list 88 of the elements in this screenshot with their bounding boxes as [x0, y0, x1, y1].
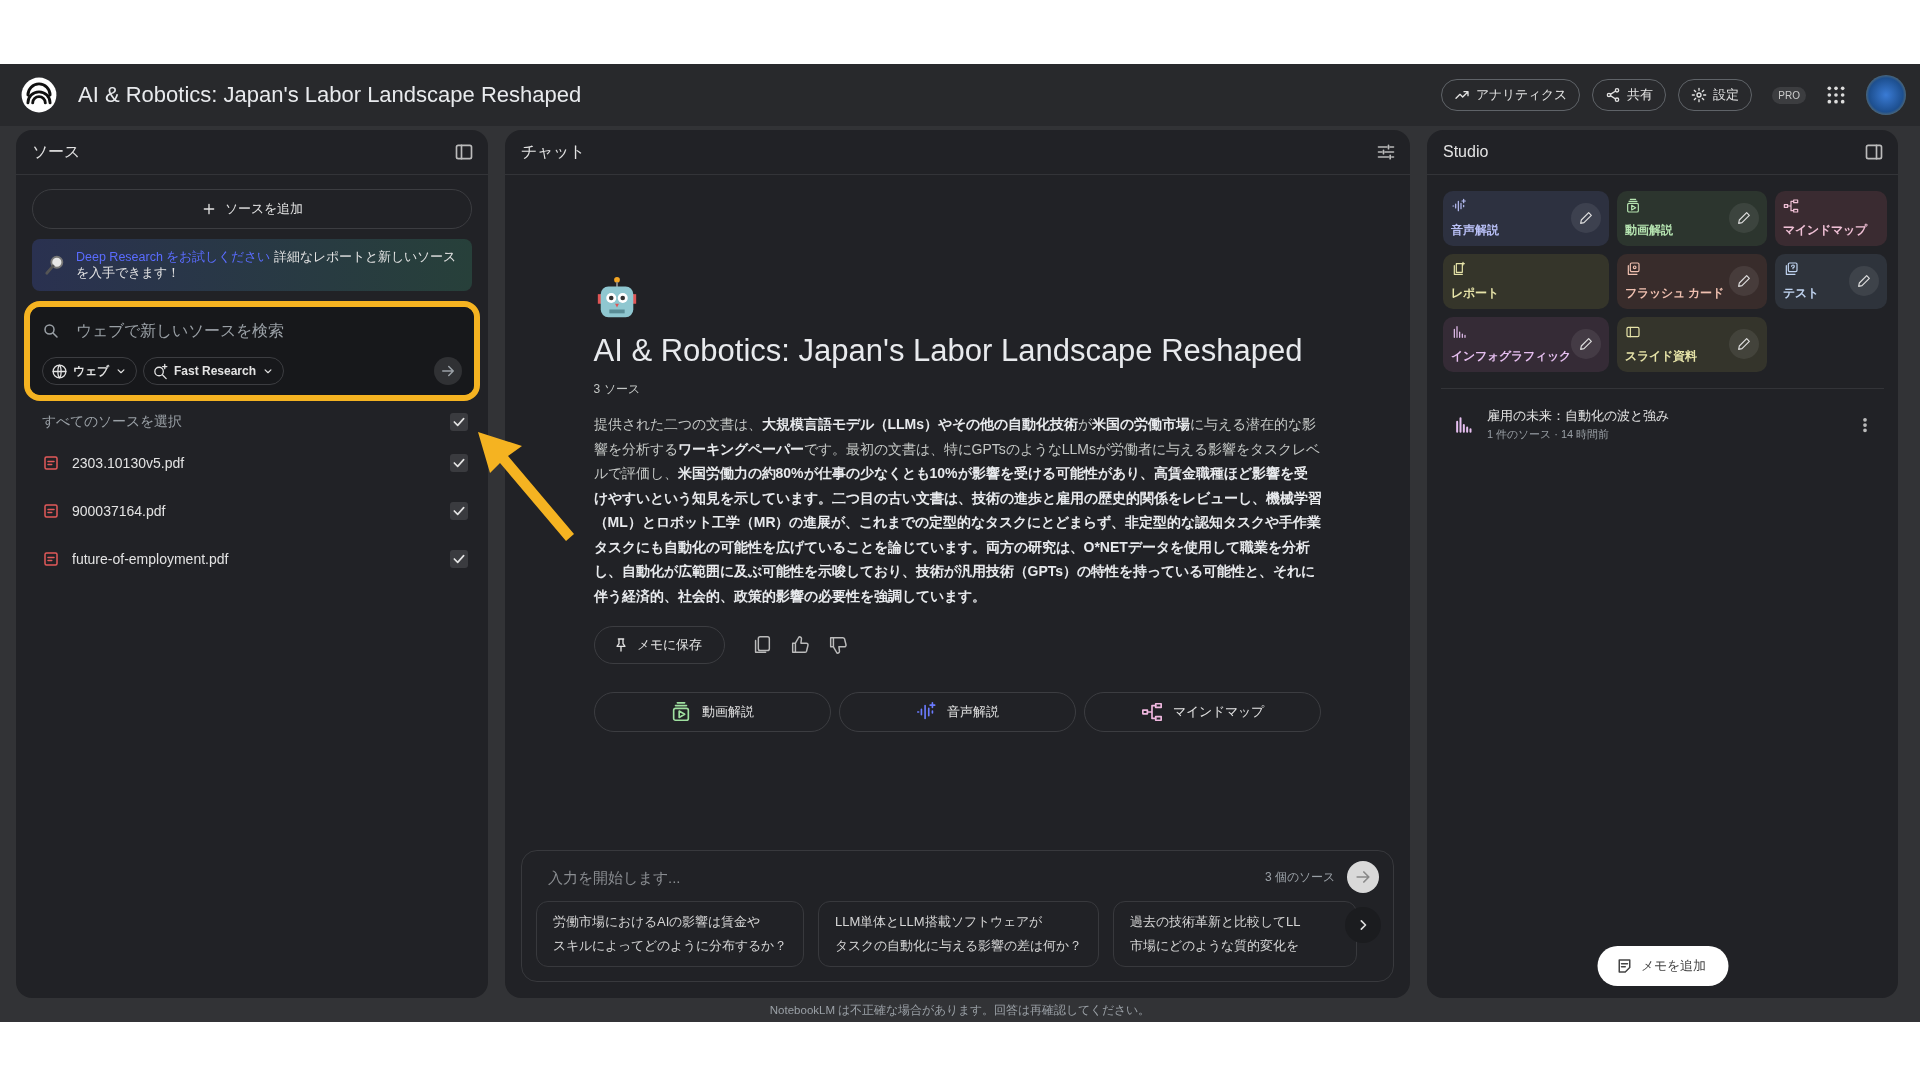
question-text: 過去の技術革新と比較してLL [1130, 913, 1301, 931]
search-icon [42, 322, 60, 340]
settings-icon [1691, 87, 1708, 103]
pencil-icon [1578, 210, 1594, 226]
collapse-panel-icon[interactable] [1864, 142, 1884, 162]
video-icon [1625, 198, 1641, 214]
send-button[interactable] [1347, 861, 1379, 893]
pencil-icon [1736, 210, 1752, 226]
search-field[interactable]: ウェブで新しいソースを検索 [74, 321, 398, 341]
apps-grid-icon[interactable] [1826, 85, 1846, 105]
tile-label: インフォグラフィック [1451, 348, 1572, 365]
checkbox[interactable] [450, 550, 468, 568]
note-title[interactable]: 雇用の未来：自動化の波と強み [1487, 407, 1842, 425]
flashcards-tile[interactable]: フラッシュ カード [1617, 254, 1767, 309]
tile-label: スライド資料 [1625, 348, 1698, 365]
bar-chart-icon [1453, 414, 1473, 435]
avatar[interactable] [1866, 75, 1906, 115]
sparkle-search-icon [152, 362, 169, 380]
summary-paragraph: 提供された二つの文書は、大規模言語モデル（LLMs）やその他の自動化技術が米国の労働市場に与える潜在的な影響を分析するワーキングペーパーです。最初の文書は、特にGPTsのようなLLMsが労働者に与える影響をタスクレベルで評価し、米国労働力の約80%が仕事の少なくとも10%が影響を受ける可能性があり、高賃金職種ほど影響を受けやすいという知見を示しています。二つ目の古い文書は、技術の進歩と雇用の歴史的関係をレビューし、機械学習（ML）とロボット工学（MR）の進展が、これまでの定型的なタスクにとどまらず、非定型的な認知タスクや手作業タスクにも自動化の可能性を広げていることを論じています。両方の研究は、O*NETデータを使用して職業を分析し、自動化が広範囲に及ぶ可能性を示唆しており、技術が汎用技術（GPTs）の特性を持っている可能性と、それに伴う経済的、社会的、政策的影響の必要性を強調しています。 [593, 415, 1322, 606]
tile-label: 動画解説 [1625, 222, 1674, 239]
slides-tile[interactable]: スライド資料 [1617, 317, 1767, 372]
source-name[interactable]: 900037164.pdf [72, 503, 438, 519]
pdf-file-icon [42, 454, 60, 472]
question-text: タスクの自動化に与える影響の差は何か？ [835, 937, 1082, 955]
tune-icon[interactable] [1376, 142, 1396, 162]
checkbox[interactable] [450, 502, 468, 520]
mind-map-icon [1783, 198, 1799, 214]
suggested-question-chip[interactable]: 労働市場におけるAIの影響は賃金や スキルによってどのように分布するか？ [536, 901, 804, 967]
add-note-button[interactable]: メモを追加 [1597, 946, 1728, 986]
mind-map-icon [1141, 701, 1164, 723]
bar-chart-icon [1451, 324, 1467, 340]
infographic-tile[interactable]: インフォグラフィック [1443, 317, 1609, 372]
checkbox[interactable] [450, 454, 468, 472]
tile-label: フラッシュ カード [1625, 285, 1726, 302]
notebook-title: AI & Robotics: Japan's Labor Landscape Reshaped [78, 82, 583, 108]
edit-button[interactable] [1729, 266, 1759, 296]
question-text: LLM単体とLLM搭載ソフトウェアが [835, 913, 1043, 931]
pencil-icon [1736, 336, 1752, 352]
notebook-heading: AI & Robotics: Japan's Labor Landscape Reshaped [593, 332, 1304, 370]
magnifier-icon [44, 254, 66, 276]
audio-wave-icon [1451, 198, 1467, 214]
checkbox[interactable] [450, 413, 468, 431]
edit-button[interactable] [1729, 329, 1759, 359]
plus-icon [201, 201, 217, 217]
pencil-icon [1736, 273, 1752, 289]
collapse-panel-icon[interactable] [454, 142, 474, 162]
chat-input-field[interactable]: 入力を開始します... [546, 867, 1253, 887]
pdf-file-icon [42, 550, 60, 568]
pencil-icon [1856, 273, 1872, 289]
report-icon [1451, 261, 1467, 277]
mindmap-tile[interactable]: マインドマップ [1775, 191, 1887, 246]
quiz-icon [1783, 261, 1799, 277]
source-count: 3 個のソース [1265, 868, 1335, 886]
slides-icon [1625, 324, 1641, 340]
audio-tile[interactable]: 音声解説 [1443, 191, 1609, 246]
edit-button[interactable] [1571, 329, 1601, 359]
submit-button[interactable] [434, 357, 462, 385]
tile-label: 音声解説 [1451, 222, 1500, 239]
report-tile[interactable]: レポート [1443, 254, 1609, 309]
tile-label: テスト [1783, 285, 1820, 302]
note-meta: 1 件のソース · 14 時間前 [1487, 427, 1611, 442]
tile-label: レポート [1451, 285, 1500, 302]
pro-badge: PRO [1772, 86, 1806, 104]
edit-button[interactable] [1571, 203, 1601, 233]
edit-button[interactable] [1729, 203, 1759, 233]
question-text: 労働市場におけるAIの影響は賃金や [553, 913, 762, 931]
edit-button[interactable] [1849, 266, 1879, 296]
notebook-logo-icon [20, 76, 58, 114]
question-text: スキルによってどのように分布するか？ [553, 937, 787, 955]
panel-title: Studio [1443, 143, 1489, 161]
suggested-question-chip[interactable]: LLM単体とLLM搭載ソフトウェアが タスクの自動化に与える影響の差は何か？ [818, 901, 1099, 967]
video-tile[interactable]: 動画解説 [1617, 191, 1767, 246]
promo-text: Deep Research をお試しください 詳細なレポートと新しいソースを入手できます！ [76, 249, 457, 281]
source-name[interactable]: future-of-employment.pdf [72, 551, 438, 567]
question-text: 市場にどのような質的変化を [1130, 937, 1300, 955]
pdf-file-icon [42, 502, 60, 520]
source-name[interactable]: 2303.10130v5.pdf [72, 455, 438, 471]
disclaimer-text: NotebookLM は不正確な場合があります。回答は再確認してください。 [769, 1002, 1151, 1018]
cards-icon [1625, 261, 1641, 277]
source-count: 3 ソース [593, 381, 641, 398]
quiz-tile[interactable]: テスト [1775, 254, 1887, 309]
share-icon [1605, 87, 1622, 103]
tile-label: マインドマップ [1783, 222, 1869, 239]
globe-icon [51, 362, 68, 380]
select-all-label: すべてのソースを選択 [42, 413, 183, 431]
pencil-icon [1578, 336, 1594, 352]
panel-title: チャット [521, 141, 585, 162]
panel-title: ソース [32, 141, 80, 162]
